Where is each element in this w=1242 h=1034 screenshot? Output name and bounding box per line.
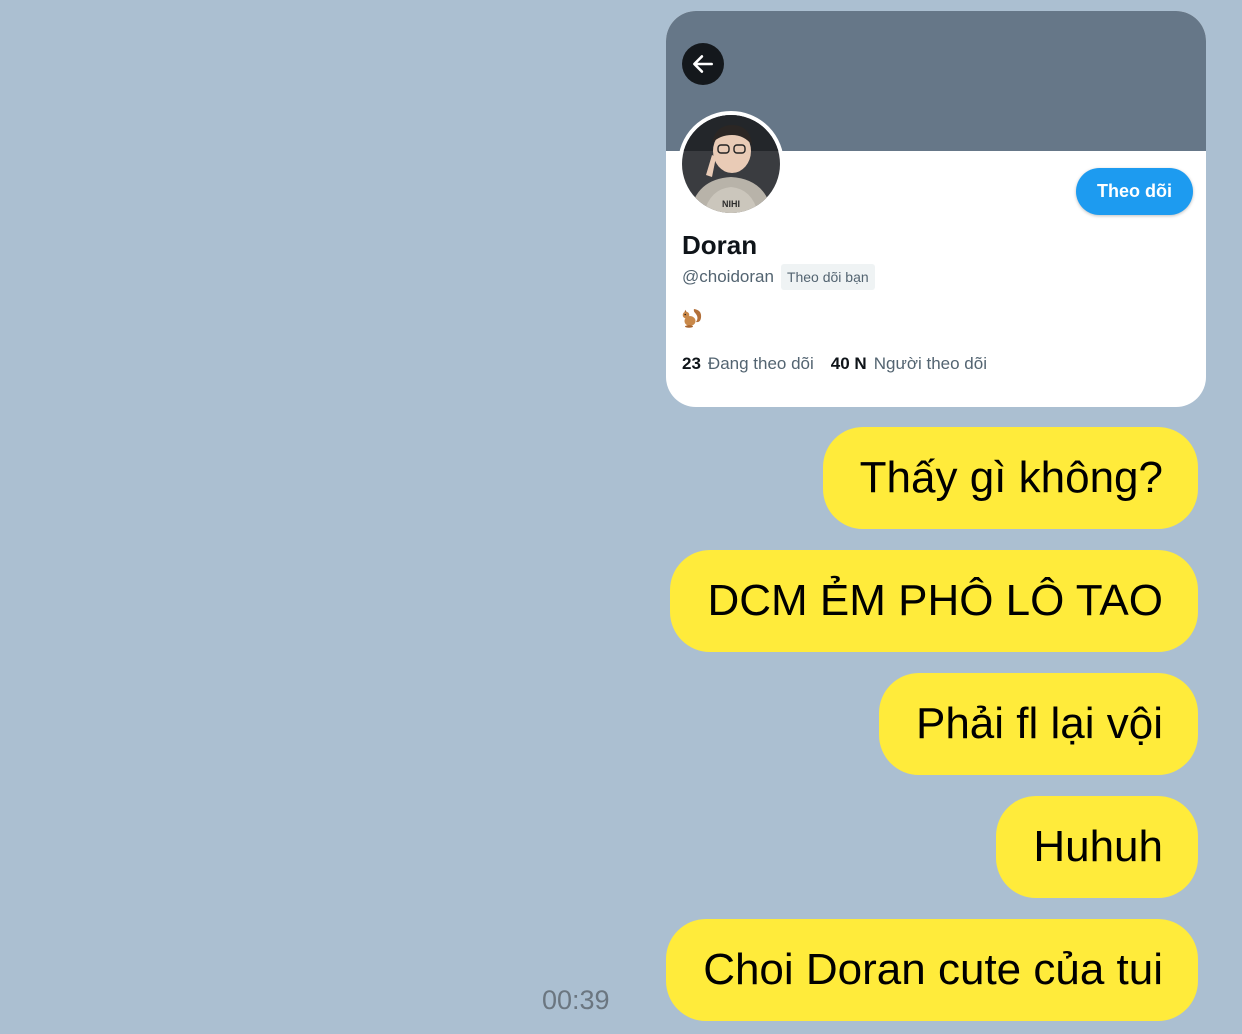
message-bubble[interactable]: Huhuh — [996, 796, 1198, 898]
message-bubble[interactable]: Choi Doran cute của tui — [666, 919, 1198, 1021]
followers-count[interactable]: 40 N — [831, 354, 867, 374]
message-bubble[interactable]: DCM ẺM PHÔ LÔ TAO — [670, 550, 1198, 652]
followers-label[interactable]: Người theo dõi — [874, 354, 987, 374]
following-count[interactable]: 23 — [682, 354, 701, 374]
follows-you-badge: Theo dõi bạn — [780, 264, 875, 290]
follow-button[interactable]: Theo dõi — [1076, 168, 1193, 215]
profile-name: Doran — [682, 230, 758, 260]
profile-handle: @choidoran — [682, 267, 774, 286]
avatar[interactable]: NIHI — [678, 111, 784, 217]
shared-profile-card[interactable]: NIHI Theo dõi Doran @choidoran Theo dõi … — [666, 11, 1206, 407]
following-label[interactable]: Đang theo dõi — [708, 354, 814, 374]
svg-text:NIHI: NIHI — [722, 199, 740, 209]
profile-stats: 23 Đang theo dõi 40 N Người theo dõi — [682, 354, 987, 374]
squirrel-icon — [681, 307, 703, 329]
message-bubble[interactable]: Phải fl lại vội — [878, 673, 1198, 775]
back-arrow-icon[interactable] — [682, 43, 724, 85]
handle-row: @choidoran Theo dõi bạn — [682, 264, 875, 290]
message-bubble[interactable]: Thấy gì không? — [822, 427, 1198, 529]
message-timestamp: 00:39 — [542, 985, 610, 1015]
